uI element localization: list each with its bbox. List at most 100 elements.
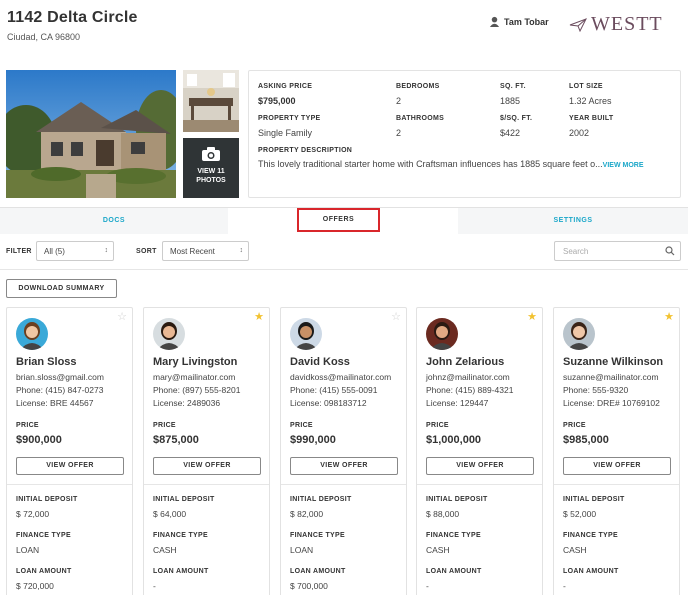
favorite-star-icon[interactable]: ★ (664, 312, 674, 323)
finance-type-value: CASH (426, 545, 450, 555)
year-built-label: YEAR BUILT (569, 115, 614, 122)
price-label: PRICE (16, 422, 39, 429)
initial-deposit-label: INITIAL DEPOSIT (290, 496, 352, 503)
sqft-label: SQ. FT. (500, 83, 526, 90)
view-offer-button[interactable]: VIEW OFFER (426, 457, 534, 475)
initial-deposit-label: INITIAL DEPOSIT (16, 496, 78, 503)
price-label: PRICE (290, 422, 313, 429)
loan-amount-value: - (153, 581, 156, 591)
property-description: This lovely traditional starter home wit… (258, 159, 674, 169)
buyer-license: License: 098183712 (290, 398, 367, 408)
loan-amount-label: LOAN AMOUNT (16, 568, 72, 575)
view-photos-button[interactable]: VIEW 11 PHOTOS (183, 138, 239, 198)
brand-logo: WESTT (569, 13, 663, 36)
view-photos-count: VIEW 11 (197, 168, 225, 175)
tab-settings[interactable]: SETTINGS (458, 208, 688, 234)
loan-amount-value: $ 700,000 (290, 581, 328, 591)
loan-amount-value: $ 720,000 (16, 581, 54, 591)
finance-type-label: FINANCE TYPE (563, 532, 618, 539)
price-label: PRICE (153, 422, 176, 429)
buyer-phone: Phone: (415) 847-0273 (16, 385, 104, 395)
favorite-star-icon[interactable]: ☆ (391, 312, 401, 323)
finance-type-value: CASH (563, 545, 587, 555)
tab-docs[interactable]: DOCS (0, 208, 228, 234)
buyer-phone: Phone: (415) 889-4321 (426, 385, 514, 395)
bathrooms-label: BATHROOMS (396, 115, 445, 122)
offer-price: $985,000 (563, 434, 609, 446)
card-divider (281, 484, 406, 485)
avatar (16, 318, 48, 350)
view-offer-button[interactable]: VIEW OFFER (290, 457, 398, 475)
buyer-license: License: 129447 (426, 398, 489, 408)
buyer-phone: Phone: (897) 555-8201 (153, 385, 241, 395)
buyer-name: Brian Sloss (16, 356, 77, 368)
favorite-star-icon[interactable]: ★ (527, 312, 537, 323)
filter-select[interactable]: All (5) ↕ (36, 241, 114, 261)
sort-select[interactable]: Most Recent ↕ (162, 241, 249, 261)
asking-price-value: $795,000 (258, 96, 296, 106)
description-text: This lovely traditional starter home wit… (258, 159, 603, 169)
buyer-license: License: DRE# 10769102 (563, 398, 660, 408)
buyer-email: suzanne@mailinator.com (563, 372, 659, 382)
avatar (153, 318, 185, 350)
finance-type-label: FINANCE TYPE (153, 532, 208, 539)
tab-offers[interactable]: OFFERS (297, 208, 380, 232)
price-label: PRICE (563, 422, 586, 429)
initial-deposit-value: $ 88,000 (426, 509, 460, 519)
avatar (426, 318, 458, 350)
price-per-sqft-value: $422 (500, 128, 521, 138)
loan-amount-value: - (563, 581, 566, 591)
view-photos-label: PHOTOS (196, 177, 226, 184)
view-offer-button[interactable]: VIEW OFFER (16, 457, 124, 475)
offer-card: ★ John Zelarious johnz@mailinator.com Phone… (416, 307, 543, 595)
buyer-phone: Phone: (415) 555-0091 (290, 385, 378, 395)
initial-deposit-value: $ 82,000 (290, 509, 324, 519)
avatar (290, 318, 322, 350)
view-more-link[interactable]: VIEW MORE (603, 162, 644, 169)
initial-deposit-label: INITIAL DEPOSIT (153, 496, 215, 503)
bedrooms-label: BEDROOMS (396, 83, 440, 90)
search-icon (665, 246, 675, 256)
price-per-sqft-label: $/SQ. FT. (500, 115, 533, 122)
finance-type-value: LOAN (290, 545, 314, 555)
view-offer-button[interactable]: VIEW OFFER (563, 457, 671, 475)
caret-updown-icon: ↕ (104, 247, 109, 254)
lot-size-value: 1.32 Acres (569, 96, 612, 106)
paper-plane-icon (569, 17, 587, 32)
search-input[interactable]: Search (554, 241, 681, 261)
filter-bar: FILTER All (5) ↕ SORT Most Recent ↕ Sear… (0, 234, 688, 270)
filter-label: FILTER (6, 248, 32, 255)
offer-price: $990,000 (290, 434, 336, 446)
favorite-star-icon[interactable]: ☆ (117, 312, 127, 323)
asking-price-label: ASKING PRICE (258, 83, 313, 90)
buyer-license: License: 2489036 (153, 398, 221, 408)
download-summary-button[interactable]: DOWNLOAD SUMMARY (6, 279, 117, 298)
camera-icon (202, 147, 220, 161)
buyer-name: David Koss (290, 356, 350, 368)
sort-select-value: Most Recent (170, 247, 215, 256)
bedrooms-value: 2 (396, 96, 402, 106)
property-main-photo[interactable] (6, 70, 176, 198)
agent-menu[interactable]: Tam Tobar (489, 16, 549, 27)
property-type-label: PROPERTY TYPE (258, 115, 321, 122)
loan-amount-value: - (426, 581, 429, 591)
favorite-star-icon[interactable]: ★ (254, 312, 264, 323)
offer-price: $875,000 (153, 434, 199, 446)
property-interior-photo[interactable] (183, 70, 239, 132)
user-icon (489, 16, 500, 27)
buyer-email: brian.sloss@gmail.com (16, 372, 104, 382)
loan-amount-label: LOAN AMOUNT (563, 568, 619, 575)
avatar (563, 318, 595, 350)
loan-amount-label: LOAN AMOUNT (426, 568, 482, 575)
view-offer-button[interactable]: VIEW OFFER (153, 457, 261, 475)
initial-deposit-label: INITIAL DEPOSIT (563, 496, 625, 503)
bathrooms-value: 2 (396, 128, 402, 138)
buyer-phone: Phone: 555-9320 (563, 385, 629, 395)
offer-card: ★ Mary Livingston mary@mailinator.com Phone… (143, 307, 270, 595)
buyer-email: johnz@mailinator.com (426, 372, 510, 382)
offer-card: ☆ David Koss davidkoss@mailinator.com Phone… (280, 307, 407, 595)
buyer-name: Suzanne Wilkinson (563, 356, 664, 368)
card-divider (7, 484, 132, 485)
property-city: Ciudad, CA 96800 (7, 32, 81, 42)
property-details: ASKING PRICE $795,000 BEDROOMS 2 SQ. FT.… (248, 70, 681, 198)
